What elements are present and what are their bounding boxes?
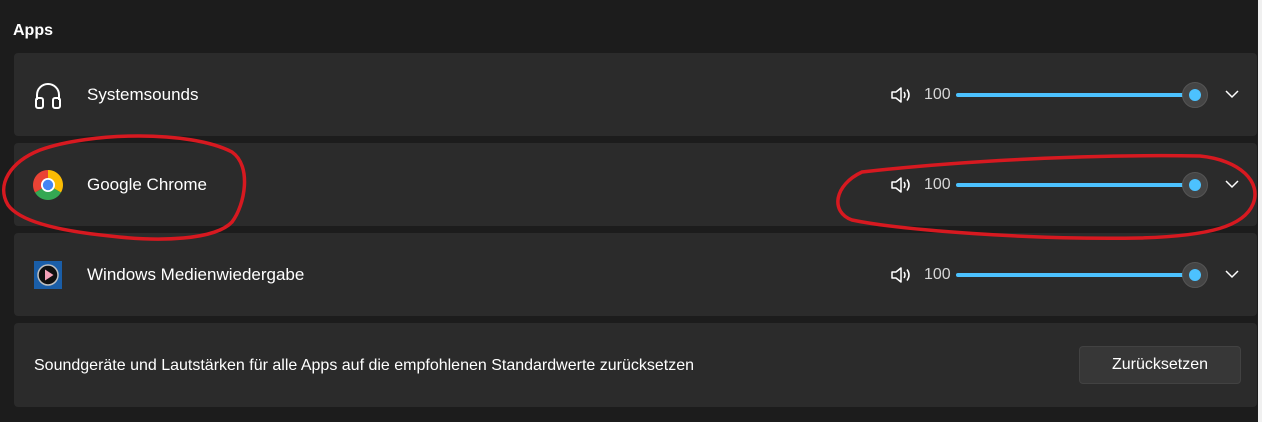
slider-thumb[interactable] — [1182, 262, 1208, 288]
reset-description: Soundgeräte und Lautstärken für alle App… — [34, 357, 694, 374]
app-row-systemsounds: Systemsounds 100 — [14, 53, 1257, 136]
app-name: Google Chrome — [87, 175, 208, 194]
volume-value: 100 — [924, 86, 951, 103]
volume-icon[interactable] — [890, 176, 912, 194]
app-row-google-chrome: Google Chrome 100 — [14, 143, 1257, 226]
app-row-windows-medienwiedergabe: Windows Medienwiedergabe 100 — [14, 233, 1257, 316]
headphones-icon — [35, 83, 61, 109]
chrome-icon — [33, 170, 63, 200]
reset-row: Soundgeräte und Lautstärken für alle App… — [14, 323, 1257, 407]
section-title: Apps — [13, 22, 53, 39]
slider-track — [956, 273, 1196, 277]
volume-value: 100 — [924, 176, 951, 193]
volume-icon[interactable] — [890, 86, 912, 104]
volume-slider[interactable] — [956, 262, 1212, 288]
media-player-icon — [34, 261, 62, 289]
chevron-down-icon[interactable] — [1224, 177, 1240, 191]
reset-button[interactable]: Zurücksetzen — [1079, 346, 1241, 384]
slider-thumb[interactable] — [1182, 82, 1208, 108]
volume-slider[interactable] — [956, 82, 1212, 108]
volume-value: 100 — [924, 266, 951, 283]
chevron-down-icon[interactable] — [1224, 267, 1240, 281]
chevron-down-icon[interactable] — [1224, 87, 1240, 101]
slider-track — [956, 183, 1196, 187]
app-name: Windows Medienwiedergabe — [87, 265, 305, 284]
slider-thumb[interactable] — [1182, 172, 1208, 198]
window-edge — [1258, 0, 1262, 422]
app-name: Systemsounds — [87, 85, 199, 104]
volume-slider[interactable] — [956, 172, 1212, 198]
volume-icon[interactable] — [890, 266, 912, 284]
slider-track — [956, 93, 1196, 97]
